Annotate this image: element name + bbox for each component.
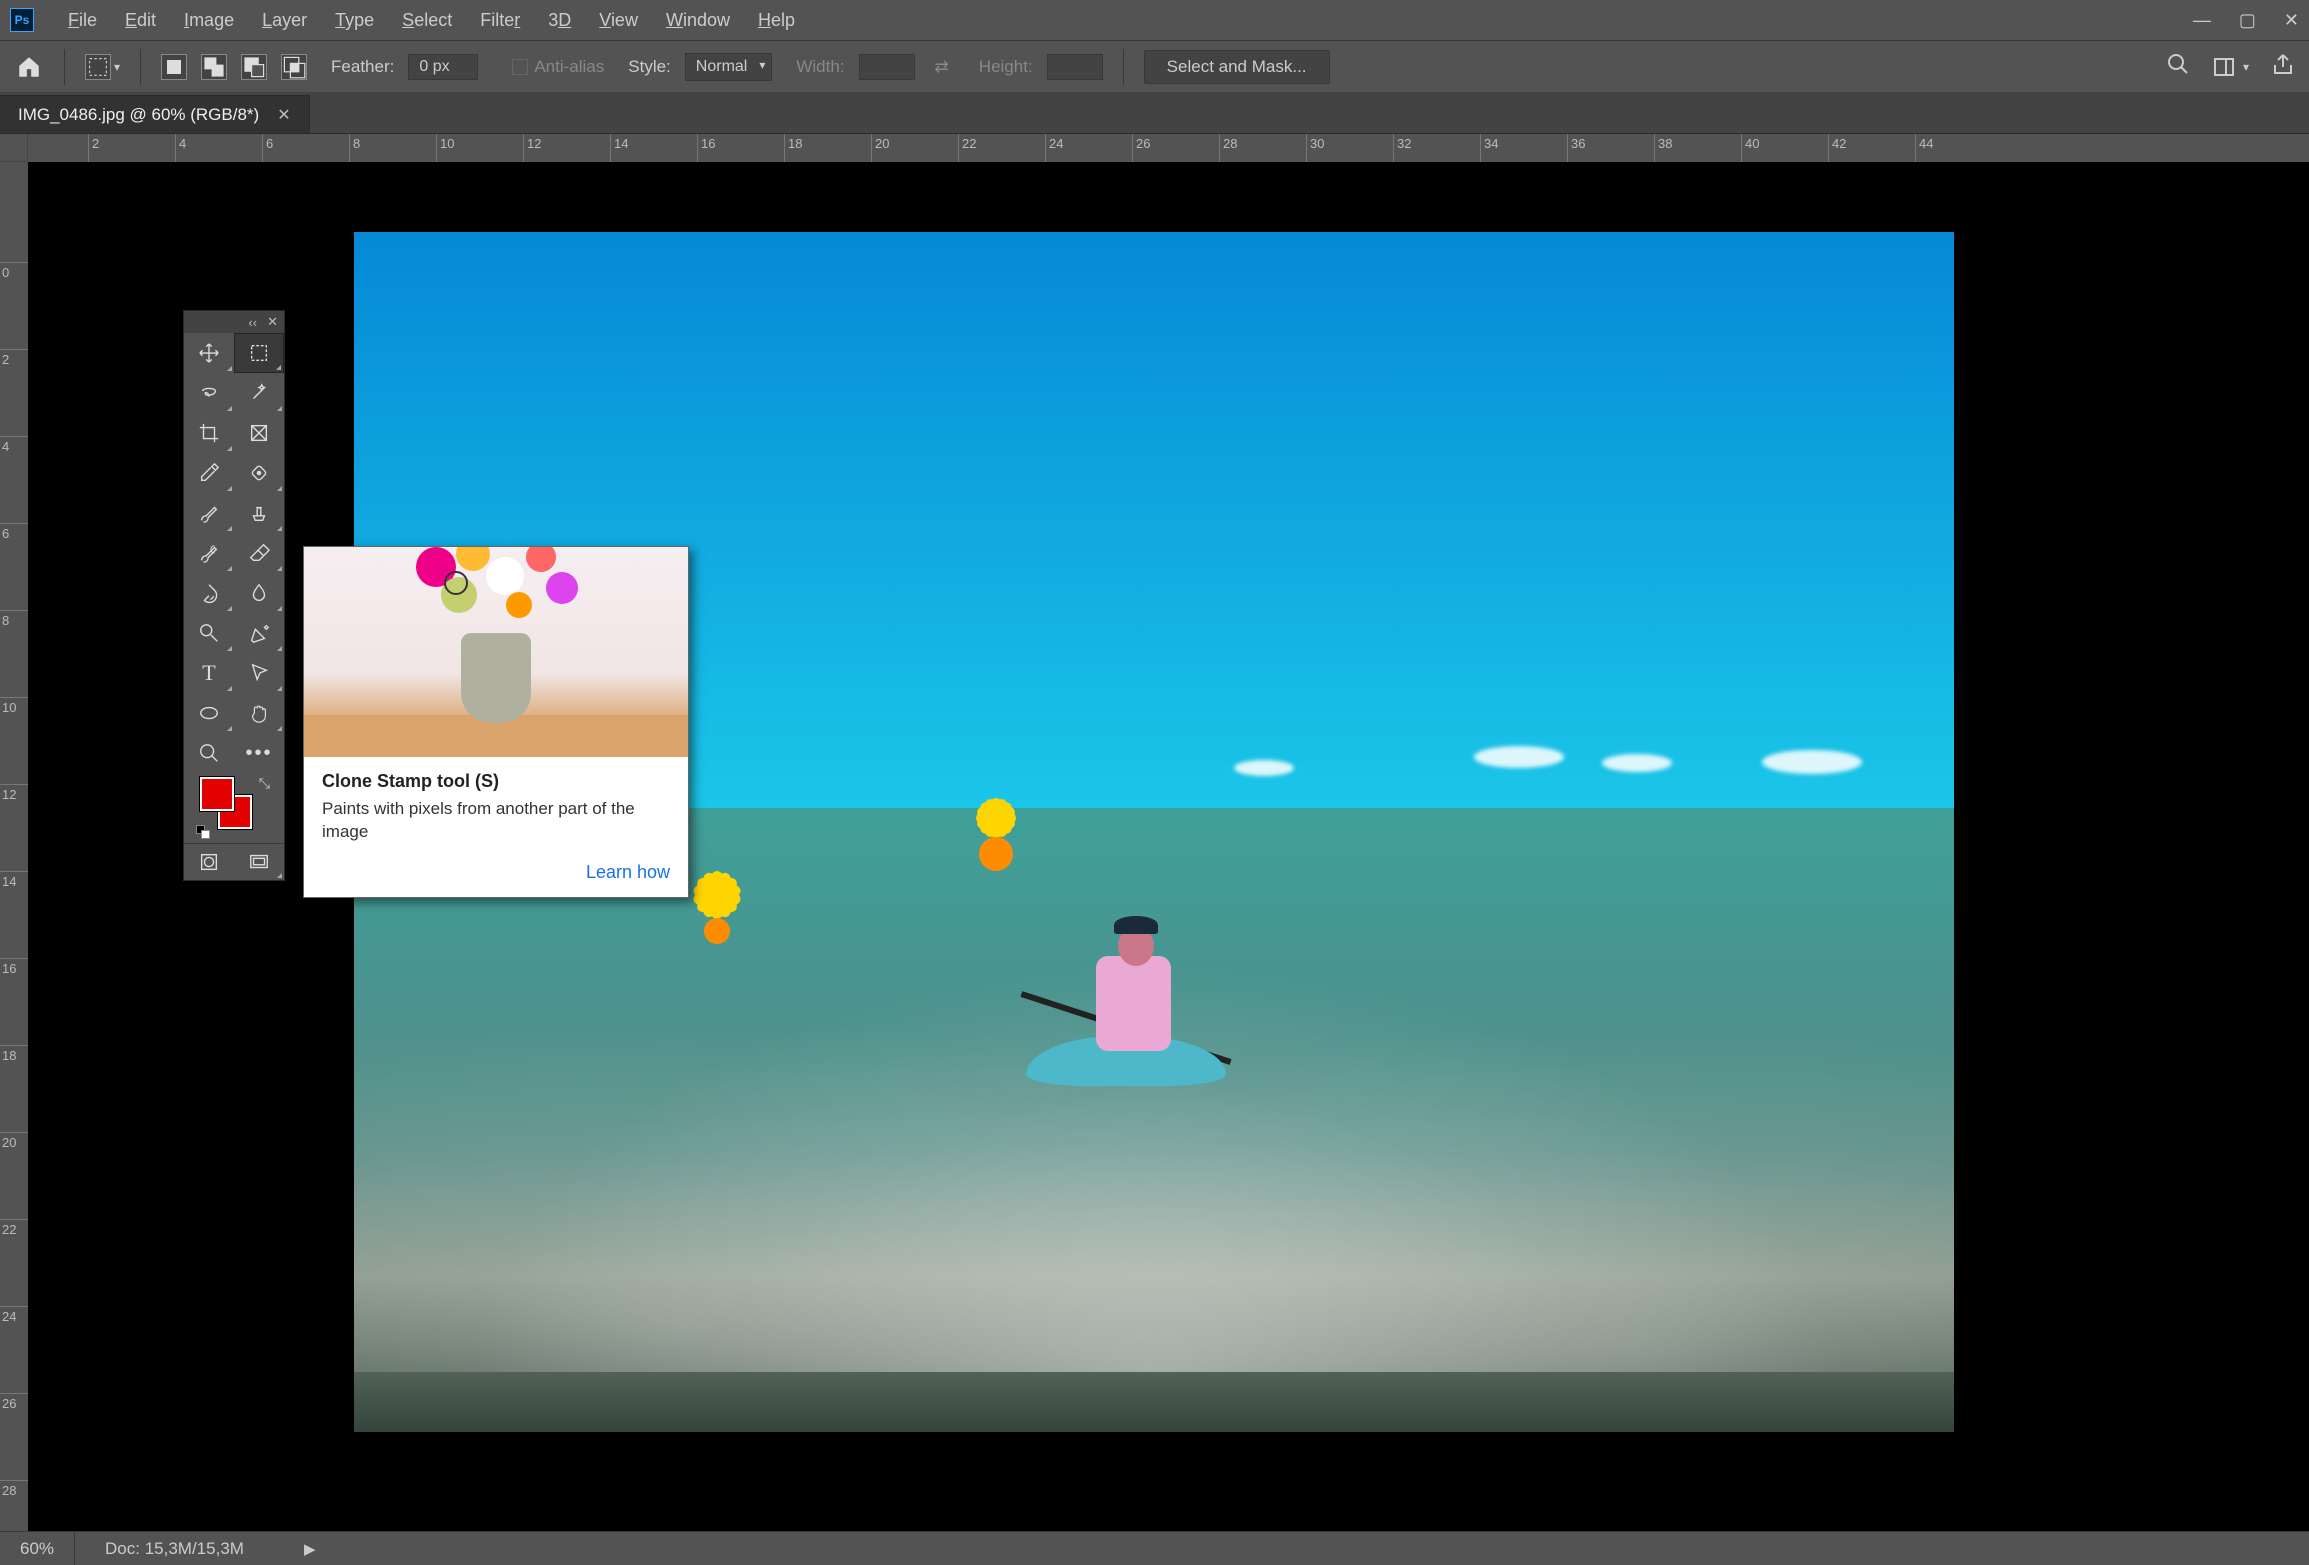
home-button[interactable] (14, 52, 44, 82)
tooltip-preview-image (304, 547, 688, 757)
kayaker-figure (1026, 916, 1226, 1096)
panel-close-icon[interactable]: ✕ (267, 314, 278, 330)
tab-close-icon[interactable]: ✕ (277, 105, 290, 125)
status-bar: 60% Doc: 15,3M/15,3M ▶ (0, 1531, 2309, 1565)
swap-dimensions-icon: ⇄ (935, 57, 949, 77)
edit-toolbar-button[interactable]: ••• (234, 733, 284, 773)
menu-bar: Ps File Edit Image Layer Type Select Fil… (0, 0, 2309, 40)
history-brush-tool[interactable] (184, 533, 234, 573)
menu-filter[interactable]: Filter (466, 6, 534, 35)
gradient-tool[interactable] (184, 573, 234, 613)
path-selection-tool[interactable] (234, 653, 284, 693)
window-close-button[interactable]: ✕ (2284, 10, 2299, 31)
default-colors-icon[interactable] (196, 825, 210, 839)
rectangular-marquee-tool[interactable] (234, 333, 284, 373)
select-and-mask-button[interactable]: Select and Mask... (1144, 50, 1330, 84)
ruler-corner (0, 134, 28, 162)
hand-tool[interactable] (234, 693, 284, 733)
zoom-tool[interactable] (184, 733, 234, 773)
options-bar: ▾ Feather: Anti-alias Style: Normal Widt… (0, 40, 2309, 92)
document-info-arrow-icon[interactable]: ▶ (304, 1540, 316, 1558)
lasso-tool[interactable] (184, 373, 234, 413)
app-icon: Ps (10, 8, 34, 32)
tooltip-title: Clone Stamp tool (S) (322, 771, 670, 792)
pen-tool[interactable] (234, 613, 284, 653)
move-tool[interactable] (184, 333, 234, 373)
eraser-tool[interactable] (234, 533, 284, 573)
height-input (1047, 54, 1103, 80)
shape-tool[interactable] (184, 693, 234, 733)
menu-window[interactable]: Window (652, 6, 744, 35)
crop-tool[interactable] (184, 413, 234, 453)
style-label: Style: (628, 57, 671, 77)
blur-tool[interactable] (234, 573, 284, 613)
selection-intersect-button[interactable] (281, 54, 307, 80)
quick-mask-button[interactable] (184, 844, 234, 880)
tooltip-description: Paints with pixels from another part of … (322, 798, 670, 844)
sun-sticker-icon (690, 904, 744, 958)
menu-file[interactable]: File (54, 6, 111, 35)
tools-panel-header[interactable]: ‹‹ ✕ (184, 311, 284, 333)
swap-colors-icon[interactable]: ⤡ (259, 775, 270, 792)
tooltip-learn-link[interactable]: Learn how (304, 856, 688, 897)
tool-tooltip: Clone Stamp tool (S) Paints with pixels … (303, 546, 689, 898)
document-info[interactable]: Doc: 15,3M/15,3M (75, 1539, 274, 1559)
menu-image[interactable]: Image (170, 6, 248, 35)
document-tab[interactable]: IMG_0486.jpg @ 60% (RGB/8*) ✕ (0, 95, 310, 133)
share-icon[interactable] (2271, 52, 2295, 81)
clone-stamp-tool[interactable] (234, 493, 284, 533)
menu-3d[interactable]: 3D (534, 6, 585, 35)
feather-label: Feather: (331, 57, 394, 77)
selection-add-button[interactable] (201, 54, 227, 80)
document-tab-bar: IMG_0486.jpg @ 60% (RGB/8*) ✕ (0, 92, 2309, 134)
menu-view[interactable]: View (585, 6, 652, 35)
height-label: Height: (979, 57, 1033, 77)
zoom-level[interactable]: 60% (0, 1532, 75, 1565)
eyedropper-tool[interactable] (184, 453, 234, 493)
spot-healing-tool[interactable] (234, 453, 284, 493)
feather-input[interactable] (408, 54, 478, 80)
horizontal-ruler: 2468101214161820222426283032343638404244 (28, 134, 2309, 162)
marquee-preset-dropdown[interactable]: ▾ (85, 54, 120, 80)
frame-tool[interactable] (234, 413, 284, 453)
window-maximize-button[interactable]: ▢ (2239, 10, 2256, 31)
width-input (859, 54, 915, 80)
menu-select[interactable]: Select (388, 6, 466, 35)
tools-panel[interactable]: ‹‹ ✕ T ••• ⤡ (183, 310, 285, 881)
magic-wand-tool[interactable] (234, 373, 284, 413)
tab-title: IMG_0486.jpg @ 60% (RGB/8*) (18, 105, 259, 125)
selection-subtract-button[interactable] (241, 54, 267, 80)
type-tool[interactable]: T (184, 653, 234, 693)
selection-new-button[interactable] (161, 54, 187, 80)
sun-sticker-icon (962, 820, 1030, 888)
color-swatches[interactable]: ⤡ (184, 773, 284, 843)
menu-help[interactable]: Help (744, 6, 809, 35)
menu-edit[interactable]: Edit (111, 6, 170, 35)
menu-type[interactable]: Type (321, 6, 388, 35)
search-icon[interactable] (2166, 52, 2190, 81)
antialias-checkbox: Anti-alias (512, 57, 604, 77)
window-minimize-button[interactable]: — (2193, 10, 2211, 31)
dodge-tool[interactable] (184, 613, 234, 653)
brush-tool[interactable] (184, 493, 234, 533)
menu-layer[interactable]: Layer (248, 6, 321, 35)
width-label: Width: (796, 57, 844, 77)
workspace-switcher[interactable]: ▾ (2212, 55, 2249, 79)
screen-mode-button[interactable] (234, 844, 284, 880)
vertical-ruler: 0246810121416182022242628 (0, 162, 28, 1531)
foreground-color-swatch[interactable] (200, 777, 234, 811)
collapse-icon[interactable]: ‹‹ (248, 315, 257, 330)
style-select[interactable]: Normal (685, 53, 773, 81)
